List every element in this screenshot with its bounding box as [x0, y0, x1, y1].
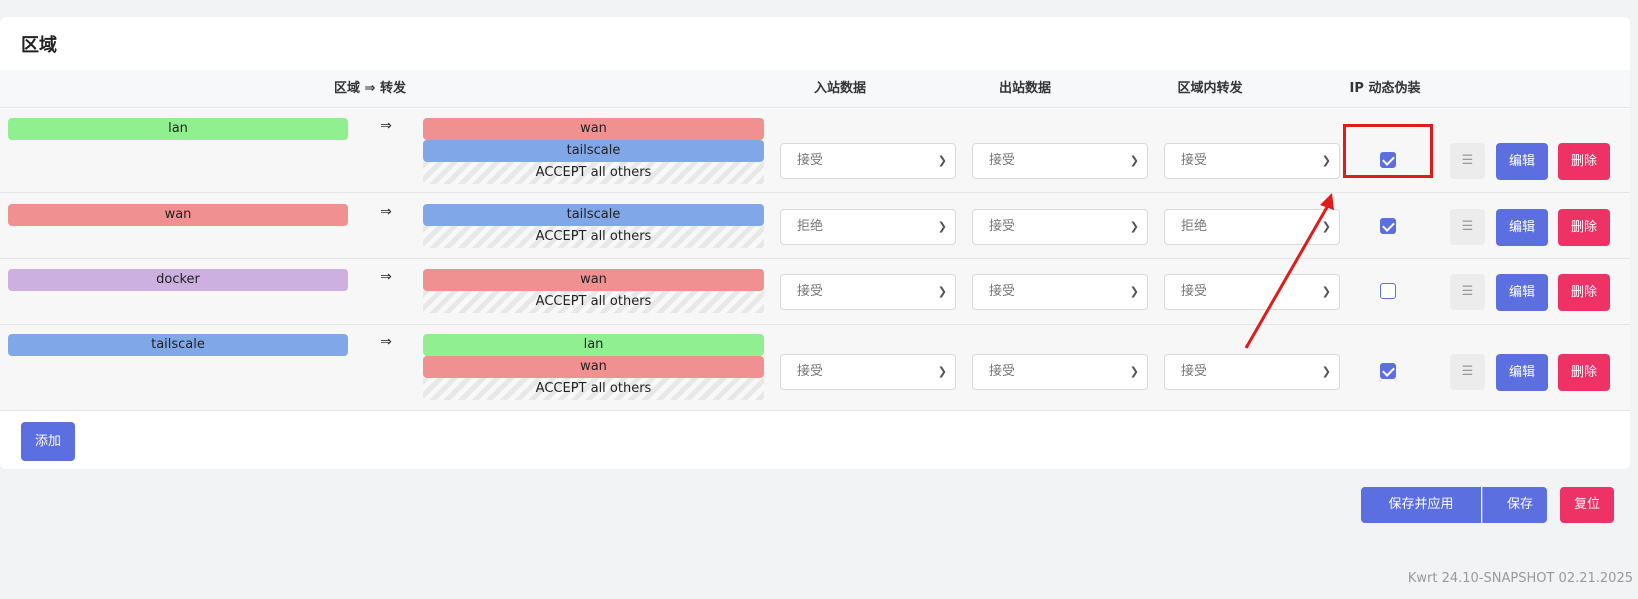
outbound-value: 接受 [989, 219, 1016, 234]
chevron-down-icon: ❯ [1321, 154, 1331, 167]
zone-badge-wan: wan [8, 204, 348, 226]
chevron-down-icon: ❯ [1129, 154, 1139, 167]
drag-handle-icon[interactable]: ☰ [1450, 274, 1485, 310]
inbound-select[interactable]: 拒绝 ❯ [780, 209, 956, 245]
chevron-down-icon: ❯ [1321, 220, 1331, 233]
add-button[interactable]: 添加 [21, 422, 75, 461]
edit-button[interactable]: 编辑 [1496, 274, 1548, 311]
accept-others-label: ACCEPT all others [423, 226, 764, 248]
inbound-select[interactable]: 接受 ❯ [780, 274, 956, 310]
zones-panel: 区域 区域 ⇒ 转发 入站数据 出站数据 区域内转发 IP 动态伪装 lan ⇒… [0, 17, 1630, 469]
intra-zone-value: 接受 [1181, 364, 1208, 379]
table-row: wan ⇒ tailscale ACCEPT all others 拒绝 ❯ 接受… [0, 193, 1630, 259]
outbound-select[interactable]: 接受 ❯ [972, 143, 1148, 179]
outbound-value: 接受 [989, 153, 1016, 168]
forward-arrow: ⇒ [380, 269, 392, 285]
drag-handle-icon[interactable]: ☰ [1450, 143, 1485, 179]
outbound-select[interactable]: 接受 ❯ [972, 209, 1148, 245]
intra-zone-select[interactable]: 接受 ❯ [1164, 274, 1340, 310]
chevron-down-icon: ❯ [1129, 220, 1139, 233]
zone-badge-docker: docker [8, 269, 348, 291]
inbound-value: 接受 [797, 153, 824, 168]
table-header: 区域 ⇒ 转发 入站数据 出站数据 区域内转发 IP 动态伪装 [0, 70, 1630, 108]
outbound-select[interactable]: 接受 ❯ [972, 354, 1148, 390]
annotation-highlight-box [1343, 124, 1433, 178]
accept-others-label: ACCEPT all others [423, 291, 764, 313]
outbound-value: 接受 [989, 364, 1016, 379]
chevron-down-icon: ❯ [937, 154, 947, 167]
forward-arrow: ⇒ [380, 334, 392, 350]
table-row: tailscale ⇒ lan wan ACCEPT all others 接受… [0, 325, 1630, 411]
header-intra-zone: 区域内转发 [1177, 81, 1243, 96]
zone-badge-tailscale: tailscale [8, 334, 348, 356]
intra-zone-select[interactable]: 接受 ❯ [1164, 143, 1340, 179]
zone-badge-lan: lan [8, 118, 348, 140]
header-inbound: 入站数据 [813, 81, 866, 96]
header-masquerade: IP 动态伪装 [1349, 81, 1421, 96]
inbound-value: 接受 [797, 284, 824, 299]
masquerade-checkbox[interactable] [1380, 218, 1396, 234]
forward-zone-lan: lan [423, 334, 764, 356]
edit-button[interactable]: 编辑 [1496, 354, 1548, 391]
delete-button[interactable]: 删除 [1558, 354, 1610, 391]
reset-button[interactable]: 复位 [1560, 487, 1614, 523]
outbound-value: 接受 [989, 284, 1016, 299]
version-footer: Kwrt 24.10-SNAPSHOT 02.21.2025 [1407, 571, 1633, 586]
forward-arrow: ⇒ [380, 118, 392, 134]
chevron-down-icon: ❯ [1129, 365, 1139, 378]
chevron-down-icon: ❯ [1129, 285, 1139, 298]
table-row: docker ⇒ wan ACCEPT all others 接受 ❯ 接受 ❯ 接… [0, 259, 1630, 325]
edit-button[interactable]: 编辑 [1496, 143, 1548, 180]
section-title: 区域 [21, 35, 57, 56]
drag-handle-icon[interactable]: ☰ [1450, 354, 1485, 390]
inbound-value: 接受 [797, 364, 824, 379]
edit-button[interactable]: 编辑 [1496, 209, 1548, 246]
delete-button[interactable]: 删除 [1558, 209, 1610, 246]
forward-zone-wan: wan [423, 356, 764, 378]
delete-button[interactable]: 删除 [1558, 143, 1610, 180]
intra-zone-value: 拒绝 [1181, 219, 1208, 234]
forward-zone-tailscale: tailscale [423, 140, 764, 162]
intra-zone-select[interactable]: 接受 ❯ [1164, 354, 1340, 390]
accept-others-label: ACCEPT all others [423, 378, 764, 400]
accept-others-label: ACCEPT all others [423, 162, 764, 184]
chevron-down-icon: ❯ [937, 220, 947, 233]
save-button[interactable]: 保存 [1493, 487, 1547, 523]
masquerade-checkbox[interactable] [1380, 363, 1396, 379]
forward-zone-wan: wan [423, 269, 764, 291]
chevron-down-icon: ❯ [937, 365, 947, 378]
forward-zone-tailscale: tailscale [423, 204, 764, 226]
drag-handle-icon[interactable]: ☰ [1450, 209, 1485, 245]
header-zone-forward: 区域 ⇒ 转发 [334, 81, 406, 96]
intra-zone-select[interactable]: 拒绝 ❯ [1164, 209, 1340, 245]
header-outbound: 出站数据 [998, 81, 1051, 96]
masquerade-checkbox[interactable] [1380, 283, 1396, 299]
save-apply-button[interactable]: 保存并应用 [1361, 487, 1481, 523]
chevron-down-icon: ❯ [1321, 365, 1331, 378]
inbound-select[interactable]: 接受 ❯ [780, 354, 956, 390]
intra-zone-value: 接受 [1181, 153, 1208, 168]
intra-zone-value: 接受 [1181, 284, 1208, 299]
chevron-down-icon: ❯ [1321, 285, 1331, 298]
forward-arrow: ⇒ [380, 204, 392, 220]
delete-button[interactable]: 删除 [1558, 274, 1610, 311]
inbound-value: 拒绝 [797, 219, 824, 234]
chevron-down-icon: ❯ [937, 285, 947, 298]
forward-zone-wan: wan [423, 118, 764, 140]
outbound-select[interactable]: 接受 ❯ [972, 274, 1148, 310]
inbound-select[interactable]: 接受 ❯ [780, 143, 956, 179]
